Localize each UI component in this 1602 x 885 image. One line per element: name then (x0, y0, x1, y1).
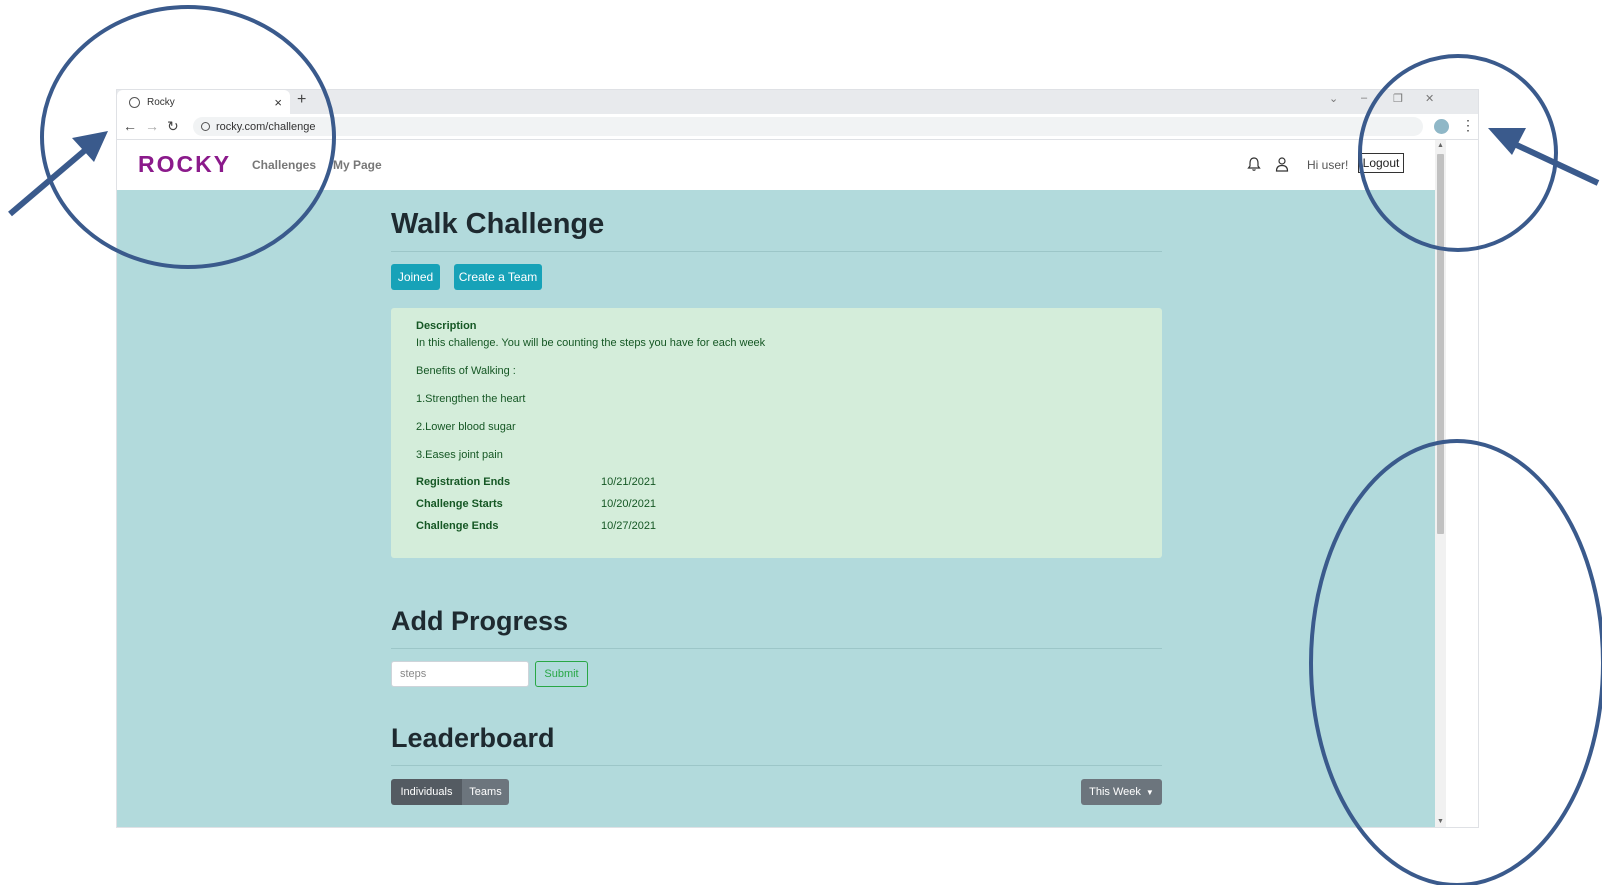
scrollbar[interactable]: ▲ ▼ (1435, 140, 1446, 827)
logout-button[interactable]: Logout (1358, 153, 1404, 173)
description-text: In this challenge. You will be counting … (416, 337, 766, 349)
description-card: Description In this challenge. You will … (391, 308, 1162, 558)
period-label: This Week (1089, 786, 1141, 798)
nav-link-challenges[interactable]: Challenges (252, 158, 316, 172)
challenge-starts-label: Challenge Starts (416, 498, 503, 510)
annotation-arrowhead (72, 131, 108, 162)
challenge-starts-value: 10/20/2021 (601, 498, 657, 510)
steps-placeholder: steps (400, 668, 427, 680)
add-progress-title: Add Progress (391, 606, 569, 636)
registration-ends-label: Registration Ends (416, 476, 511, 488)
bell-icon[interactable] (1247, 156, 1261, 172)
annotation-arrow (8, 143, 92, 217)
divider (391, 251, 1162, 252)
nav-link-my-page[interactable]: My Page (333, 158, 382, 172)
scroll-up-icon[interactable]: ▲ (1437, 142, 1444, 149)
teams-tab[interactable]: Teams (462, 779, 509, 805)
scrollbar-thumb[interactable] (1437, 154, 1444, 534)
create-team-button[interactable]: Create a Team (454, 264, 542, 290)
period-dropdown[interactable]: This Week ▼ (1081, 779, 1162, 805)
challenge-ends-label: Challenge Ends (416, 520, 499, 532)
tab-search-icon[interactable]: ⌄ (1329, 92, 1338, 105)
steps-input[interactable]: steps (391, 661, 529, 687)
minimize-icon[interactable]: – (1361, 92, 1367, 104)
user-icon[interactable] (1275, 156, 1289, 172)
restore-icon[interactable]: ❐ (1393, 92, 1403, 105)
globe-icon (129, 96, 140, 108)
page-content: ROCKY Challenges My Page Hi user! Logout… (117, 140, 1437, 827)
divider (391, 648, 1162, 649)
annotation-arrow (1506, 138, 1600, 186)
profile-avatar[interactable] (1434, 119, 1449, 134)
browser-menu-icon[interactable]: ⋮ (1461, 117, 1475, 134)
new-tab-button[interactable]: + (297, 91, 306, 109)
benefits-heading: Benefits of Walking : (416, 365, 516, 377)
divider (391, 765, 1162, 766)
registration-ends-value: 10/21/2021 (601, 476, 657, 488)
close-tab-icon[interactable]: × (274, 95, 282, 110)
submit-button[interactable]: Submit (535, 661, 588, 687)
brand-logo[interactable]: ROCKY (138, 151, 231, 178)
benefit-item: 1.Strengthen the heart (416, 393, 526, 405)
close-window-icon[interactable]: ✕ (1425, 92, 1434, 105)
challenge-ends-value: 10/27/2021 (601, 520, 657, 532)
leaderboard-title: Leaderboard (391, 723, 555, 753)
browser-tab[interactable]: Rocky × (117, 90, 290, 114)
tab-title: Rocky (147, 96, 175, 108)
site-info-icon[interactable] (201, 122, 210, 131)
description-heading: Description (416, 320, 477, 332)
forward-icon[interactable]: → (145, 118, 159, 134)
address-bar[interactable]: rocky.com/challenge (193, 117, 1423, 136)
tab-strip: Rocky × + ⌄ – ❐ ✕ (117, 90, 1478, 114)
reload-icon[interactable]: ↻ (167, 118, 179, 134)
back-icon[interactable]: ← (123, 118, 137, 134)
benefit-item: 3.Eases joint pain (416, 449, 503, 461)
benefit-item: 2.Lower blood sugar (416, 421, 516, 433)
caret-down-icon: ▼ (1145, 787, 1154, 797)
individuals-tab[interactable]: Individuals (391, 779, 462, 805)
challenge-title: Walk Challenge (391, 208, 605, 240)
browser-window: Rocky × + ⌄ – ❐ ✕ ← → ↻ rocky.com/challe… (117, 90, 1478, 827)
scroll-down-icon[interactable]: ▼ (1437, 818, 1444, 825)
greeting-text: Hi user! (1307, 158, 1349, 172)
annotation-arrowhead (1488, 128, 1526, 155)
site-navbar: ROCKY Challenges My Page Hi user! Logout (117, 140, 1437, 190)
url-text: rocky.com/challenge (216, 120, 316, 133)
joined-button[interactable]: Joined (391, 264, 440, 290)
browser-toolbar: ← → ↻ rocky.com/challenge ⋮ (117, 114, 1478, 140)
